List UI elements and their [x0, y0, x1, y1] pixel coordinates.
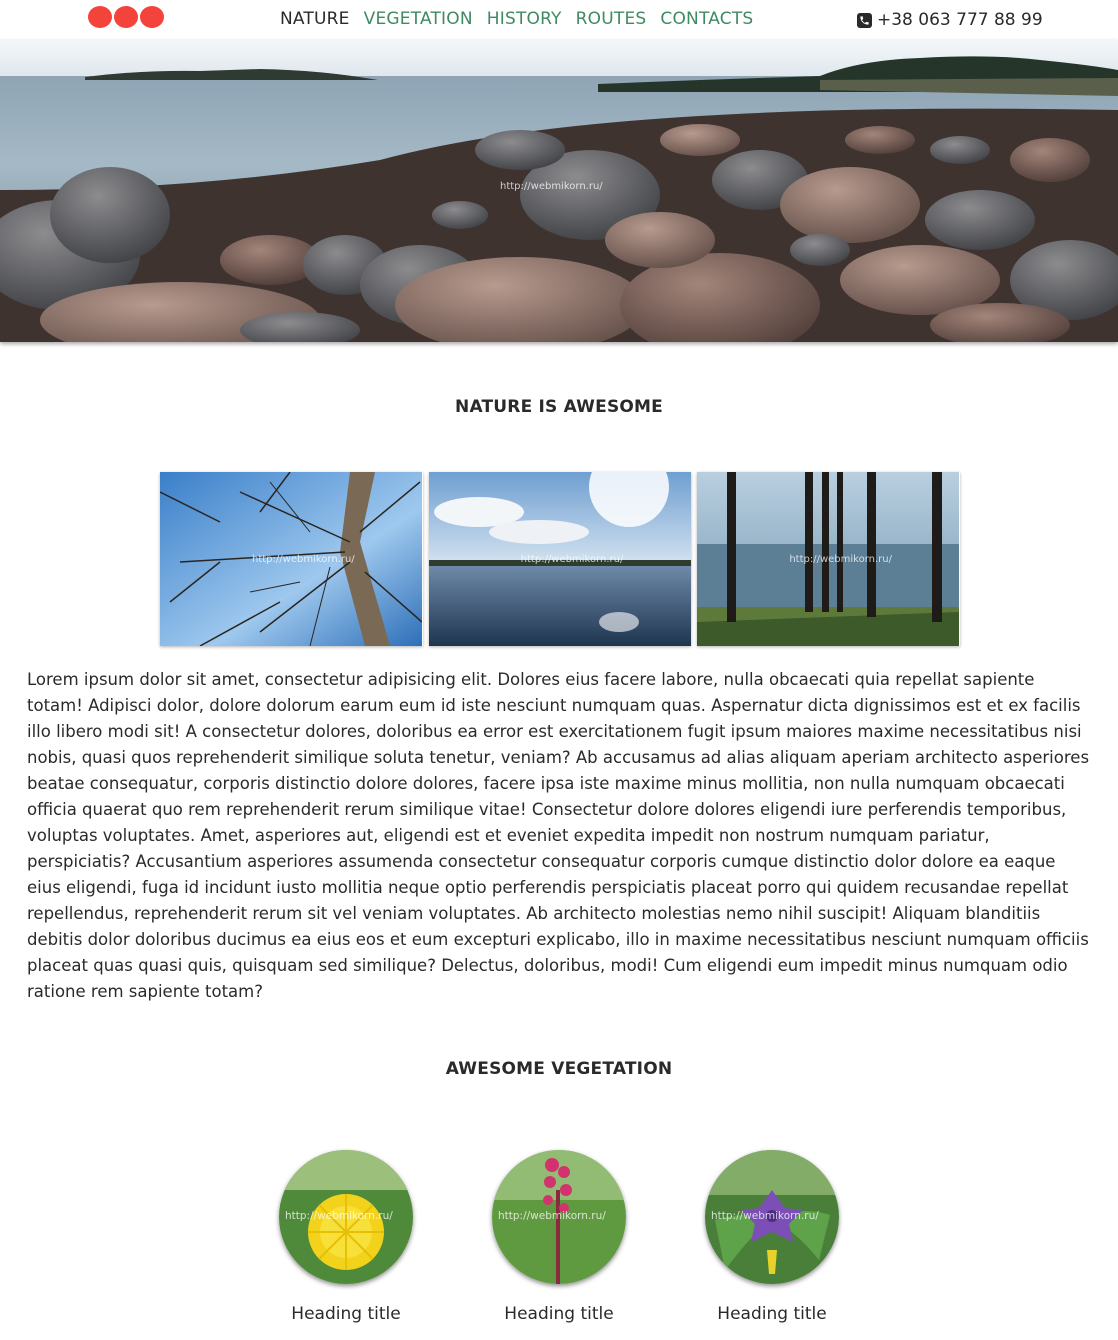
vegetation-heading: Heading title: [717, 1304, 827, 1324]
photo-watermark: http://webmikorn.ru/: [789, 554, 892, 565]
site-header: NATURE VEGETATION HISTORY ROUTES CONTACT…: [0, 0, 1118, 40]
vegetation-heading: Heading title: [504, 1304, 614, 1324]
section-title-nature: NATURE IS AWESOME: [455, 397, 663, 417]
nav-link-nature[interactable]: NATURE: [280, 9, 350, 29]
purple-flower-image: http://webmikorn.ru/: [705, 1150, 839, 1284]
nav-link-routes[interactable]: ROUTES: [576, 9, 647, 29]
logo-dot: [140, 6, 164, 28]
phone-contact[interactable]: +38 063 777 88 99: [857, 10, 1043, 30]
pink-flower-image: http://webmikorn.ru/: [492, 1150, 626, 1284]
photo-watermark: http://webmikorn.ru/: [498, 1210, 606, 1222]
photo-watermark: http://webmikorn.ru/: [252, 554, 355, 565]
photo-watermark: http://webmikorn.ru/: [711, 1210, 819, 1222]
logo-dot: [114, 6, 138, 28]
body-text: Lorem ipsum dolor sit amet, consectetur …: [27, 670, 1090, 1001]
vegetation-card[interactable]: http://webmikorn.ru/ Heading title: [271, 1150, 421, 1324]
phone-number: +38 063 777 88 99: [877, 10, 1043, 30]
logo[interactable]: [88, 6, 164, 28]
phone-icon: [857, 12, 872, 28]
nav-link-history[interactable]: HISTORY: [487, 9, 562, 29]
vegetation-heading: Heading title: [291, 1304, 401, 1324]
gallery-photo-lake[interactable]: http://webmikorn.ru/: [428, 472, 692, 646]
photo-watermark: http://webmikorn.ru/: [285, 1210, 393, 1222]
section-title-vegetation: AWESOME VEGETATION: [445, 1059, 673, 1079]
dandelion-image: http://webmikorn.ru/: [279, 1150, 413, 1284]
logo-dot: [88, 6, 112, 28]
gallery-photo-birch-shore[interactable]: http://webmikorn.ru/: [697, 472, 960, 646]
vegetation-card[interactable]: http://webmikorn.ru/ Heading title: [484, 1150, 634, 1324]
nav-link-vegetation[interactable]: VEGETATION: [364, 9, 473, 29]
vegetation-card[interactable]: http://webmikorn.ru/ Heading title: [697, 1150, 847, 1324]
gallery-photo-trees-sky[interactable]: http://webmikorn.ru/: [160, 472, 423, 646]
photo-gallery: http://webmikorn.ru/ http://webmikorn.ru…: [160, 472, 960, 646]
hero-banner: http://webmikorn.ru/: [0, 40, 1118, 342]
nav-link-contacts[interactable]: CONTACTS: [660, 9, 753, 29]
hero-watermark: http://webmikorn.ru/: [500, 181, 603, 192]
main-nav: NATURE VEGETATION HISTORY ROUTES CONTACT…: [280, 9, 753, 29]
photo-watermark: http://webmikorn.ru/: [520, 554, 624, 565]
